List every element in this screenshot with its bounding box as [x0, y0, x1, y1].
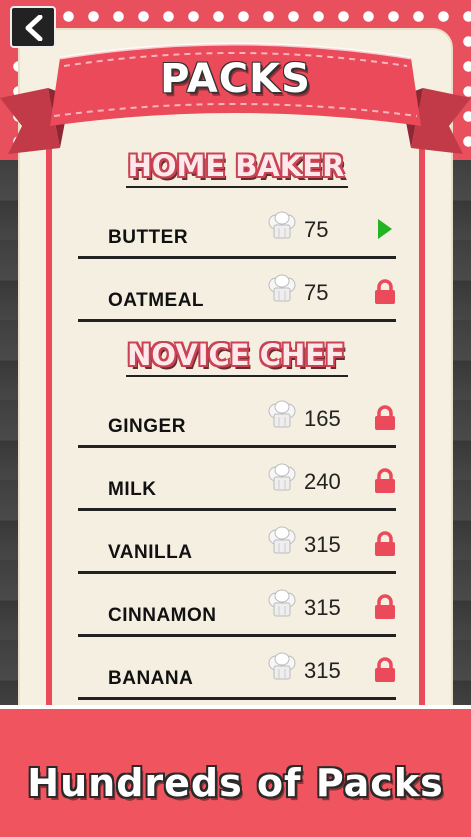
lock-icon[interactable]: [372, 404, 398, 432]
pack-row-oatmeal[interactable]: OATMEAL 75: [78, 260, 396, 322]
chef-hat-icon: [268, 211, 296, 239]
promo-banner: Hundreds of Packs: [0, 705, 471, 837]
section-title-novice-chef: NOVICE CHEF: [127, 338, 345, 372]
lock-icon[interactable]: [372, 467, 398, 495]
chef-hat-icon: [268, 463, 296, 491]
pack-price: 75: [304, 217, 329, 242]
section-divider: [126, 186, 348, 188]
pack-price: 315: [304, 595, 341, 620]
pack-price: 315: [304, 658, 341, 683]
pack-name: CINNAMON: [108, 605, 217, 626]
pack-price: 75: [304, 280, 329, 305]
pack-price: 165: [304, 406, 341, 431]
chef-hat-icon: [268, 589, 296, 617]
section-divider: [126, 375, 348, 377]
row-divider: [78, 256, 396, 259]
pack-name: BUTTER: [108, 227, 189, 248]
pack-row-ginger[interactable]: GINGER 165: [78, 386, 396, 448]
chef-hat-icon: [268, 526, 296, 554]
pack-name: GINGER: [108, 416, 186, 437]
promo-text: Hundreds of Packs: [27, 761, 444, 805]
lock-icon[interactable]: [372, 530, 398, 558]
lock-icon[interactable]: [372, 278, 398, 306]
pack-price: 315: [304, 532, 341, 557]
page-title: PACKS: [160, 56, 311, 102]
pack-row-banana[interactable]: BANANA 315: [78, 638, 396, 700]
pack-name: OATMEAL: [108, 290, 205, 311]
play-arrow-icon[interactable]: [372, 215, 398, 243]
pack-name: VANILLA: [108, 542, 193, 563]
row-divider: [78, 697, 396, 700]
lock-icon[interactable]: [372, 593, 398, 621]
section-title-home-baker: HOME BAKER: [127, 149, 345, 183]
row-divider: [78, 508, 396, 511]
row-divider: [78, 319, 396, 322]
chef-hat-icon: [268, 274, 296, 302]
row-divider: [78, 445, 396, 448]
row-divider: [78, 571, 396, 574]
chef-hat-icon: [268, 652, 296, 680]
pack-row-butter[interactable]: BUTTER 75: [78, 197, 396, 259]
back-button[interactable]: [10, 6, 56, 48]
pack-row-vanilla[interactable]: VANILLA 315: [78, 512, 396, 574]
pack-row-cinnamon[interactable]: CINNAMON 315: [78, 575, 396, 637]
chef-hat-icon: [268, 400, 296, 428]
lock-icon[interactable]: [372, 656, 398, 684]
pack-name: BANANA: [108, 668, 194, 689]
pack-price: 240: [304, 469, 341, 494]
row-divider: [78, 634, 396, 637]
pack-name: MILK: [108, 479, 157, 500]
chevron-left-icon: [25, 15, 43, 41]
pack-row-milk[interactable]: MILK 240: [78, 449, 396, 511]
